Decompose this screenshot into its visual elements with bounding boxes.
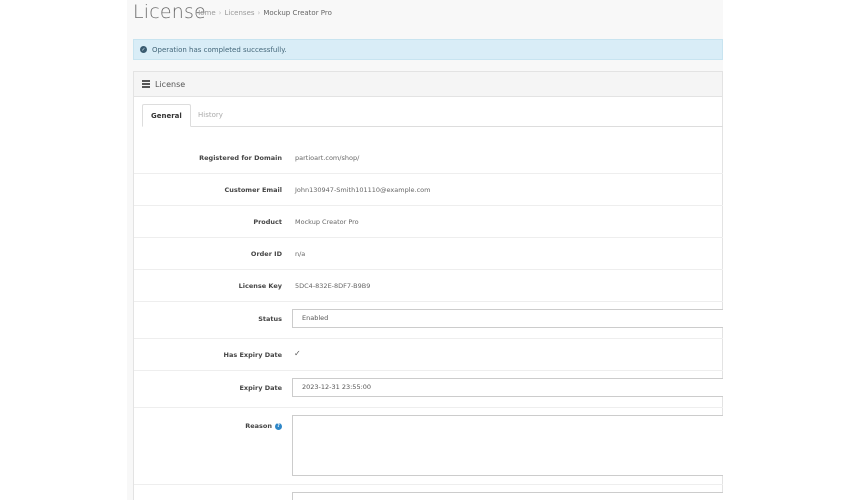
check-circle-icon: ✓ — [140, 46, 147, 53]
reason-label-text: Reason — [245, 422, 272, 430]
registered-domain-value: partioart.com/shop/ — [295, 154, 360, 162]
reason-textarea[interactable] — [292, 415, 723, 476]
form-row-has-expiry-date: Has Expiry Date ✓ — [134, 338, 723, 371]
form-row-partial — [134, 484, 723, 500]
form-row-expiry-date: Expiry Date 2023-12-31 23:55:00 — [134, 370, 723, 408]
tab-bar: General History — [142, 102, 723, 127]
breadcrumb-home[interactable]: Home — [195, 9, 216, 17]
form-row-status: Status Enabled — [134, 301, 723, 339]
success-alert: ✓ Operation has completed successfully. — [133, 39, 723, 60]
breadcrumb-separator: › — [218, 9, 222, 17]
license-key-label: License Key — [238, 282, 282, 290]
form-row-reason: Reason? — [134, 407, 723, 485]
alert-message: Operation has completed successfully. — [152, 45, 287, 54]
breadcrumb: Home › Licenses › Mockup Creator Pro — [195, 9, 332, 17]
order-id-label: Order ID — [250, 250, 282, 258]
status-select[interactable]: Enabled — [292, 309, 723, 328]
license-key-value: 5DC4-832E-8DF7-B9B9 — [295, 282, 371, 290]
customer-email-value: John130947-Smith101110@example.com — [295, 186, 431, 194]
breadcrumb-separator: › — [257, 9, 261, 17]
form-row-customer-email: Customer Email John130947-Smith101110@ex… — [134, 173, 723, 206]
customer-email-label: Customer Email — [224, 186, 282, 194]
reason-label: Reason? — [245, 422, 282, 430]
breadcrumb-current: Mockup Creator Pro — [263, 9, 332, 17]
expiry-date-input[interactable]: 2023-12-31 23:55:00 — [292, 378, 723, 397]
registered-domain-label: Registered for Domain — [199, 154, 282, 162]
form-row-product: Product Mockup Creator Pro — [134, 205, 723, 238]
has-expiry-date-checkbox[interactable]: ✓ — [294, 349, 301, 358]
tab-general[interactable]: General — [142, 104, 191, 127]
panel-title: License — [155, 79, 186, 89]
product-value: Mockup Creator Pro — [295, 218, 359, 226]
list-icon — [142, 79, 150, 90]
order-id-value: n/a — [295, 250, 306, 258]
help-icon[interactable]: ? — [275, 422, 282, 430]
product-label: Product — [253, 218, 282, 226]
panel-heading: License — [134, 72, 722, 97]
status-label: Status — [258, 315, 282, 323]
form-row-registered-domain: Registered for Domain partioart.com/shop… — [134, 142, 723, 174]
form-row-order-id: Order ID n/a — [134, 237, 723, 270]
form-row-license-key: License Key 5DC4-832E-8DF7-B9B9 — [134, 269, 723, 302]
breadcrumb-licenses[interactable]: Licenses — [224, 9, 254, 17]
tab-history[interactable]: History — [190, 104, 231, 126]
has-expiry-date-label: Has Expiry Date — [223, 351, 282, 359]
expiry-date-label: Expiry Date — [239, 384, 282, 392]
next-field-input[interactable] — [292, 492, 723, 500]
license-panel: License General History Registered for D… — [133, 71, 723, 500]
main-content: License Home › Licenses › Mockup Creator Pro… — [127, 0, 723, 500]
